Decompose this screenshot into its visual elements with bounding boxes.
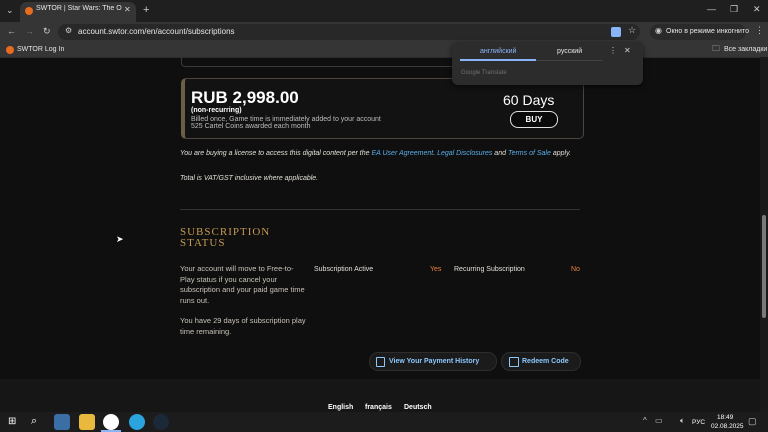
tray-network-icon[interactable]: ▭ — [655, 417, 663, 425]
redeem-code-label: Redeem Code — [522, 358, 569, 365]
back-icon[interactable]: ← — [7, 27, 16, 36]
forward-icon[interactable]: → — [25, 27, 34, 36]
tab-search-icon[interactable]: ⌄ — [6, 6, 14, 15]
footer-lang-english[interactable]: English — [328, 404, 353, 411]
menu-icon[interactable]: ⋮ — [755, 26, 764, 35]
swtor-bookmark-icon — [6, 46, 14, 54]
close-window-icon[interactable]: ✕ — [753, 5, 761, 14]
translate-source-underline — [460, 59, 536, 61]
offer-duration: 60 Days — [503, 92, 555, 108]
offer-cartel-note: 525 Cartel Coins awarded each month — [191, 123, 311, 130]
free-to-play-note: Your account will move to Free-to-Play s… — [180, 264, 305, 305]
tray-date[interactable]: 02.08.2025 — [711, 423, 744, 430]
notification-icon[interactable]: ▢ — [748, 417, 757, 426]
document-icon — [376, 357, 385, 367]
translate-icon[interactable] — [611, 27, 621, 37]
tray-chevron-icon[interactable]: ^ — [643, 417, 647, 425]
subscription-active-label: Subscription Active — [314, 266, 374, 273]
footer-lang-german[interactable]: Deutsch — [404, 404, 432, 411]
translate-target-tab[interactable]: русский — [557, 48, 582, 55]
license-and: and — [494, 150, 506, 157]
calculator-icon[interactable] — [54, 414, 70, 430]
vat-note: Total is VAT/GST inclusive where applica… — [180, 175, 319, 182]
incognito-label: Окно в режиме инкогнито — [666, 28, 749, 35]
mouse-cursor-icon: ➤ — [116, 234, 124, 244]
terms-of-sale-link[interactable]: Terms of Sale — [508, 150, 551, 157]
url-text[interactable]: account.swtor.com/en/account/subscriptio… — [78, 27, 235, 36]
payment-history-label: View Your Payment History — [389, 358, 480, 365]
translate-more-icon[interactable]: ⋮ — [609, 47, 617, 55]
section-divider — [180, 209, 580, 210]
translate-popup: английский русский ⋮ ✕ Google Translate — [452, 42, 643, 85]
swtor-favicon — [25, 7, 33, 15]
translate-close-icon[interactable]: ✕ — [624, 47, 631, 55]
incognito-icon: ◉ — [655, 26, 662, 35]
translate-source-tab[interactable]: английский — [480, 48, 516, 55]
recurring-subscription-value: No — [571, 266, 580, 273]
chrome-icon[interactable] — [103, 414, 119, 430]
file-explorer-icon[interactable] — [79, 414, 95, 430]
subscription-active-value: Yes — [430, 266, 442, 273]
tray-volume-icon[interactable]: 🔈︎ — [680, 417, 685, 425]
steam-icon[interactable] — [153, 414, 169, 430]
bookmark-star-icon[interactable]: ☆ — [628, 26, 636, 35]
tab-close-icon[interactable]: ✕ — [124, 6, 131, 14]
bookmark-swtor-login[interactable]: SWTOR Log In — [17, 46, 64, 53]
recurring-subscription-label: Recurring Subscription — [454, 266, 525, 273]
subscription-status-title: SUBSCRIPTION STATUS — [180, 227, 270, 249]
bookmarks-bar — [0, 42, 768, 58]
folder-icon: 🗀 — [712, 44, 720, 53]
tab-title: SWTOR | Star Wars: The Old Re — [36, 5, 122, 12]
gift-icon — [509, 357, 519, 367]
license-apply: apply. — [552, 150, 571, 157]
offer-price: RUB 2,998.00 — [191, 88, 299, 107]
redeem-code-button[interactable]: Redeem Code — [501, 352, 581, 371]
reload-icon[interactable]: ↻ — [43, 27, 51, 36]
tray-language[interactable]: РУС — [692, 419, 705, 426]
site-info-icon[interactable]: ⚙ — [65, 27, 72, 35]
new-tab-icon[interactable]: + — [143, 5, 149, 16]
footer-lang-french[interactable]: français — [365, 404, 392, 411]
translate-tab-baseline — [536, 60, 602, 61]
scrollbar-thumb[interactable] — [762, 215, 766, 318]
windows-start-icon[interactable]: ⊞ — [8, 417, 16, 427]
google-translate-brand: Google Translate — [461, 70, 507, 76]
days-remaining-note: You have 29 days of subscription play ti… — [180, 316, 306, 336]
minimize-icon[interactable]: — — [707, 5, 716, 14]
offer-billing-note: Billed once, Game time is immediately ad… — [191, 116, 381, 123]
search-icon[interactable]: ⌕ — [31, 416, 37, 427]
buy-button[interactable]: BUY — [510, 111, 558, 128]
maximize-icon[interactable]: ❐ — [730, 5, 738, 14]
license-prefix: You are buying a license to access this … — [180, 150, 370, 157]
payment-history-button[interactable]: View Your Payment History — [369, 352, 497, 371]
telegram-icon[interactable] — [129, 414, 145, 430]
all-bookmarks[interactable]: Все закладки — [724, 46, 767, 53]
tray-time[interactable]: 18:49 — [717, 414, 733, 421]
legal-disclosures-link[interactable]: Legal Disclosures — [437, 150, 492, 157]
offer-type: (non-recurring) — [191, 107, 242, 114]
ea-user-agreement-link[interactable]: EA User Agreement — [371, 150, 433, 157]
subscription-title-line2: STATUS — [180, 237, 226, 249]
license-text: You are buying a license to access this … — [180, 150, 571, 157]
